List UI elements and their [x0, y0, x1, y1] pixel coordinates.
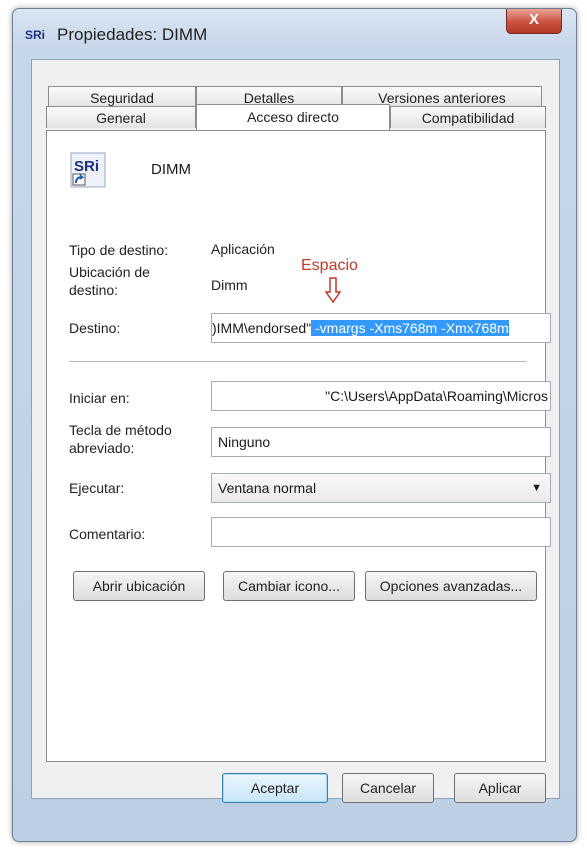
hotkey-text: Ninguno [218, 434, 271, 450]
target-type-value: Aplicación [211, 241, 275, 257]
annotation-arrow-icon [325, 277, 341, 303]
chevron-down-icon: ▼ [531, 482, 542, 494]
cancel-button[interactable]: Cancelar [342, 773, 434, 803]
target-input[interactable]: )IMM\endorsed" -vmargs -Xms768m -Xmx768m [211, 313, 551, 343]
window-title: Propiedades: DIMM [57, 25, 208, 44]
hotkey-label: Tecla de método abreviado: [69, 422, 172, 456]
target-type-label: Tipo de destino: [69, 242, 169, 258]
app-icon: SRi [25, 28, 46, 42]
start-in-input[interactable]: "C:\Users\AppData\Roaming\Micros [211, 381, 551, 411]
run-label: Ejecutar: [69, 480, 125, 496]
open-location-button[interactable]: Abrir ubicación [73, 571, 205, 601]
target-label: Destino: [69, 320, 121, 336]
target-selected-text: -vmargs -Xms768m -Xmx768m [311, 320, 509, 336]
change-icon-button[interactable]: Cambiar icono... [223, 571, 355, 601]
comment-label: Comentario: [69, 526, 146, 542]
run-select[interactable]: Ventana normal ▼ [211, 473, 551, 503]
tab-seguridad[interactable]: Seguridad [48, 86, 196, 108]
title-bar[interactable]: SRi Propiedades: DIMM X [13, 9, 576, 59]
properties-window: SRi Propiedades: DIMM X Seguridad Detall… [12, 8, 577, 842]
run-selected-text: Ventana normal [218, 480, 317, 496]
start-in-label: Iniciar en: [69, 390, 130, 406]
start-in-text: "C:\Users\AppData\Roaming\Micros [325, 388, 548, 404]
tab-acceso-directo[interactable]: Acceso directo [196, 104, 390, 130]
close-icon: X [528, 11, 539, 28]
hotkey-input[interactable]: Ninguno [211, 427, 551, 457]
shortcut-app-icon: SRi [70, 152, 106, 188]
space-annotation: Espacio [301, 257, 358, 274]
tab-compatibilidad[interactable]: Compatibilidad [390, 106, 546, 128]
advanced-options-button[interactable]: Opciones avanzadas... [365, 571, 537, 601]
svg-text:SRi: SRi [74, 158, 99, 175]
apply-button[interactable]: Aplicar [454, 773, 546, 803]
shortcut-tab-panel: SRi DIMM Tipo de destino: Aplicación Ubi… [46, 130, 551, 762]
tab-general[interactable]: General [46, 106, 196, 128]
target-location-value: Dimm [211, 277, 248, 293]
ok-button[interactable]: Aceptar [222, 773, 328, 803]
dialog-client-area: Seguridad Detalles Versiones anteriores … [31, 59, 560, 803]
separator [69, 361, 527, 363]
target-text: )IMM\endorsed" [212, 320, 312, 336]
close-button[interactable]: X [506, 9, 562, 34]
shortcut-name: DIMM [151, 161, 191, 178]
target-location-label: Ubicación de destino: [69, 264, 150, 298]
comment-input[interactable] [211, 517, 551, 547]
